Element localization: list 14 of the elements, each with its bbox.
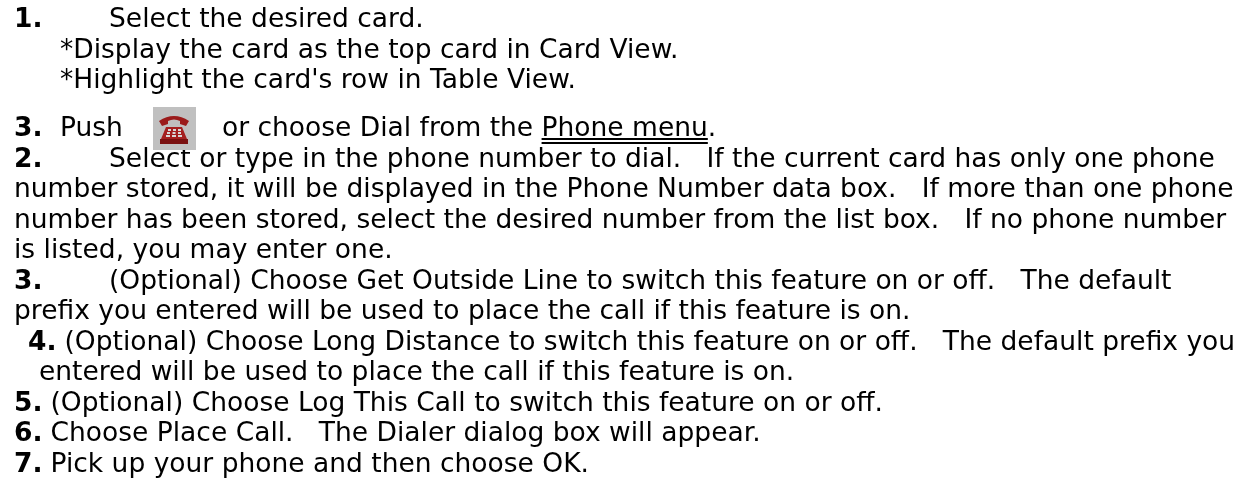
step-text: 2. Select or type in the phone number to dial. If the current card has only one phone number stored, it will be displayed in the Phone Number data box. If more than one phone number has been stored, select the desired number from the list box. If no phone number is listed, you may enter one. (14, 142, 1235, 265)
step-text: Push (60, 112, 123, 143)
sub-step-text: *Display the card as the top card in Card View. (59, 33, 680, 64)
sub-step-text: *Highlight the card's row in Table View. (59, 64, 577, 95)
step-number: 3. (14, 112, 44, 143)
step-text: or choose Dial from the (221, 112, 535, 143)
step-text: 6. Choose Place Call. The Dialer dialog box will appear. (14, 417, 762, 448)
step-text: 4. (Optional) Choose Long Distance to switch this feature on or off. The default prefix you entered will be used to place the call if this feature is on. (28, 325, 1237, 387)
step-text: 7. Pick up your phone and then choose OK. (14, 447, 590, 478)
step-text: 3. (Optional) Choose Get Outside Line to switch this feature on or off. The default prefix you entered will be used to place the call if this feature is on. (14, 264, 1173, 326)
step-text: 1. Select the desired card. (14, 3, 425, 34)
phone-menu-link[interactable]: Phone menu (541, 112, 708, 143)
step-text: 5. (Optional) Choose Log This Call to switch this feature on or off. (14, 386, 884, 417)
punctuation: . (707, 112, 717, 143)
